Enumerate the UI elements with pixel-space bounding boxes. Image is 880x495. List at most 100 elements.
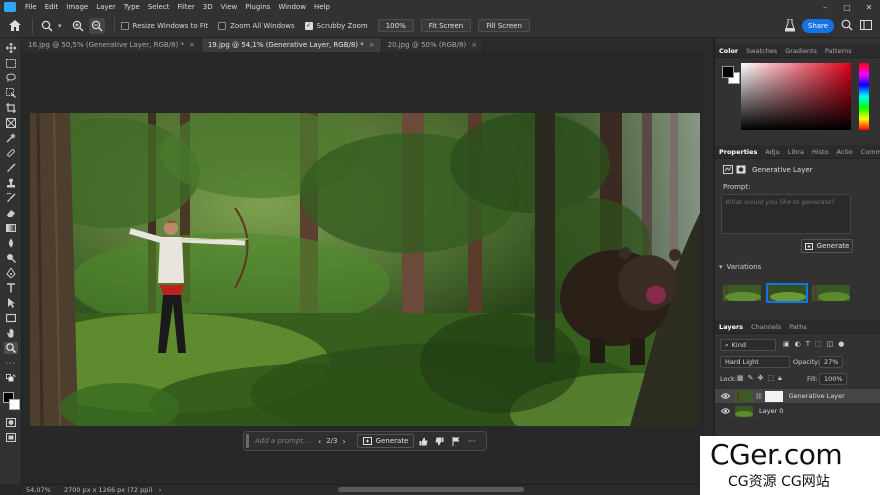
smart-object-filter-icon[interactable]: ◫ <box>827 340 834 348</box>
beta-flask-icon[interactable] <box>784 18 796 34</box>
default-colors-icon[interactable] <box>4 372 18 384</box>
screen-mode-icon[interactable] <box>4 431 18 443</box>
visibility-eye-icon[interactable] <box>719 405 731 417</box>
menu-image[interactable]: Image <box>62 3 92 11</box>
tab-20jpg[interactable]: 20.jpg @ 50% (RGB/8) × <box>381 38 485 52</box>
gradient-tool-icon[interactable] <box>4 222 18 234</box>
tab-swatches[interactable]: Swatches <box>742 47 781 55</box>
tab-gradients[interactable]: Gradients <box>781 47 821 55</box>
menu-edit[interactable]: Edit <box>41 3 63 11</box>
lock-pixels-icon[interactable]: ✎ <box>748 374 754 383</box>
rectangle-tool-icon[interactable] <box>4 312 18 324</box>
variation-thumbnail[interactable] <box>723 285 761 301</box>
image-filter-icon[interactable]: ▣ <box>783 340 790 348</box>
share-button[interactable]: Share <box>802 19 834 33</box>
scrubby-zoom-checkbox[interactable]: ✓ Scrubby Zoom <box>304 21 368 30</box>
history-brush-tool-icon[interactable] <box>4 192 18 204</box>
report-flag-icon[interactable] <box>449 435 462 448</box>
workspace-icon[interactable] <box>860 19 872 33</box>
tab-actions[interactable]: Actio <box>833 148 857 156</box>
zoom-100-button[interactable]: 100% <box>377 19 414 32</box>
chevron-down-icon[interactable]: ▾ <box>719 263 723 271</box>
variations-header[interactable]: ▾ Variations <box>719 263 761 271</box>
marquee-tool-icon[interactable] <box>4 57 18 69</box>
chevron-down-icon[interactable]: ▾ <box>58 22 62 30</box>
tab-properties[interactable]: Properties <box>715 148 761 156</box>
tab-layers[interactable]: Layers <box>715 323 747 331</box>
eyedropper-tool-icon[interactable] <box>4 132 18 144</box>
canvas-workspace[interactable] <box>22 52 712 484</box>
tab-comments[interactable]: Comm <box>857 148 880 156</box>
close-tab-icon[interactable]: × <box>189 41 195 49</box>
zoom-level[interactable]: 54,07% <box>22 486 58 494</box>
close-tab-icon[interactable]: × <box>471 41 477 49</box>
object-selection-tool-icon[interactable] <box>4 87 18 99</box>
search-icon[interactable] <box>841 19 853 33</box>
filter-toggle-icon[interactable]: ● <box>838 340 844 348</box>
zoom-tool-icon[interactable] <box>39 18 55 34</box>
move-tool-icon[interactable] <box>4 42 18 54</box>
brush-tool-icon[interactable] <box>4 162 18 174</box>
home-icon[interactable] <box>4 16 26 36</box>
dodge-tool-icon[interactable] <box>4 252 18 264</box>
type-tool-icon[interactable] <box>4 282 18 294</box>
tab-histogram[interactable]: Histo <box>808 148 833 156</box>
color-picker-field[interactable] <box>741 63 851 130</box>
close-tab-icon[interactable]: × <box>369 41 375 49</box>
crop-tool-icon[interactable] <box>4 102 18 114</box>
hue-slider[interactable] <box>859 63 869 130</box>
tab-channels[interactable]: Channels <box>747 323 785 331</box>
shape-filter-icon[interactable]: ⬚ <box>815 340 822 348</box>
clone-stamp-tool-icon[interactable] <box>4 177 18 189</box>
menu-help[interactable]: Help <box>310 3 334 11</box>
layer-row-layer0[interactable]: Layer 0 <box>715 404 880 418</box>
menu-file[interactable]: File <box>21 3 41 11</box>
layer-filter-select[interactable]: ⌕ Kind <box>720 339 776 351</box>
zoom-out-icon[interactable] <box>88 17 105 34</box>
checkbox-box[interactable] <box>218 21 227 30</box>
pen-tool-icon[interactable] <box>4 267 18 279</box>
fill-screen-button[interactable]: Fill Screen <box>478 19 530 32</box>
prompt-textarea[interactable]: What would you like to generate? <box>721 194 851 234</box>
zoom-in-icon[interactable] <box>70 18 86 34</box>
path-selection-tool-icon[interactable] <box>4 297 18 309</box>
minimize-icon[interactable]: – <box>814 0 836 14</box>
healing-brush-tool-icon[interactable] <box>4 147 18 159</box>
menu-layer[interactable]: Layer <box>92 3 120 11</box>
variation-thumbnail[interactable] <box>812 285 850 301</box>
close-icon[interactable]: ✕ <box>858 0 880 14</box>
hand-tool-icon[interactable] <box>4 327 18 339</box>
menu-select[interactable]: Select <box>144 3 174 11</box>
type-filter-icon[interactable]: T <box>806 340 810 348</box>
tab-19jpg[interactable]: 19.jpg @ 54,1% (Generative Layer, RGB/8)… <box>201 38 382 52</box>
document-canvas[interactable] <box>30 113 700 426</box>
tab-patterns[interactable]: Patterns <box>821 47 856 55</box>
quick-mask-icon[interactable] <box>4 416 18 428</box>
lock-transparency-icon[interactable]: ▦ <box>737 374 744 383</box>
blur-tool-icon[interactable] <box>4 237 18 249</box>
visibility-eye-icon[interactable] <box>719 390 731 402</box>
thumbs-down-icon[interactable] <box>433 435 446 448</box>
properties-generate-button[interactable]: Generate <box>801 239 853 253</box>
menu-plugins[interactable]: Plugins <box>241 3 274 11</box>
zoom-all-windows-checkbox[interactable]: Zoom All Windows <box>218 21 295 30</box>
fit-screen-button[interactable]: Fit Screen <box>420 19 472 32</box>
tab-paths[interactable]: Paths <box>785 323 811 331</box>
background-color-swatch[interactable] <box>9 399 20 410</box>
chevron-right-icon[interactable]: › <box>159 486 162 494</box>
lock-artboard-icon[interactable]: ⬚ <box>767 374 774 383</box>
more-tools-icon[interactable]: ··· <box>4 357 18 369</box>
zoom-tool-active-icon[interactable] <box>4 342 18 354</box>
tab-libraries[interactable]: Libra <box>784 148 808 156</box>
generative-prompt-input[interactable]: Add a prompt... <box>255 437 313 445</box>
menu-3d[interactable]: 3D <box>199 3 217 11</box>
menu-filter[interactable]: Filter <box>173 3 198 11</box>
thumbs-up-icon[interactable] <box>417 435 430 448</box>
eraser-tool-icon[interactable] <box>4 207 18 219</box>
blend-mode-select[interactable]: Hard Light <box>720 356 790 368</box>
lasso-tool-icon[interactable] <box>4 72 18 84</box>
lock-position-icon[interactable]: ✥ <box>758 374 764 383</box>
more-options-icon[interactable]: ··· <box>465 435 478 448</box>
fill-input[interactable]: 100% <box>819 373 847 385</box>
adjustment-filter-icon[interactable]: ◐ <box>795 340 801 348</box>
